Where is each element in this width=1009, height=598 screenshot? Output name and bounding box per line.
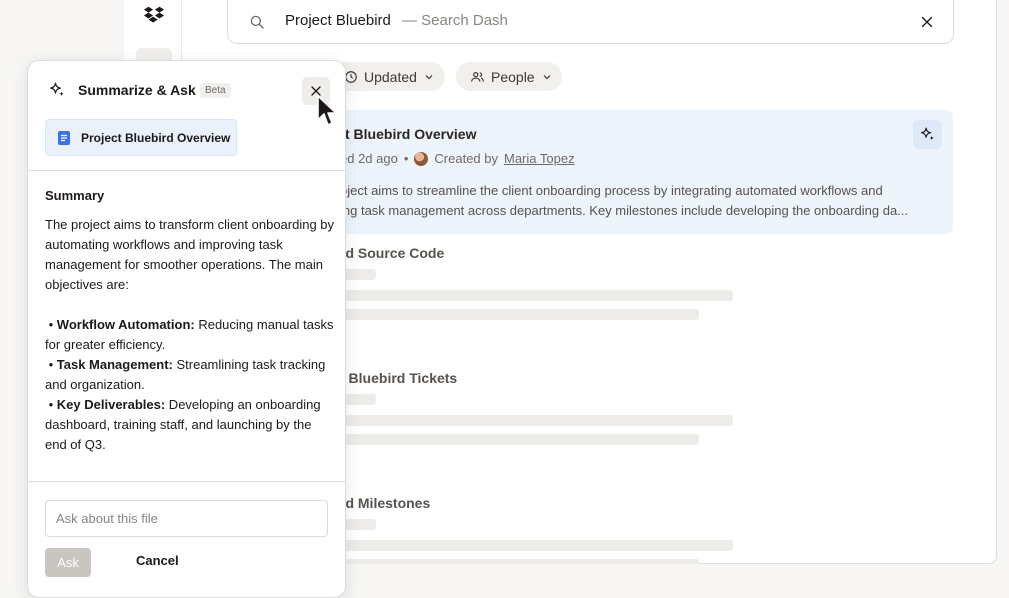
result-title[interactable]: rd Milestones [340, 495, 430, 511]
bullet-term: Workflow Automation: [56, 317, 195, 332]
filter-people[interactable]: People [456, 62, 562, 91]
search-bar[interactable]: Project Bluebird — Search Dash [227, 0, 954, 44]
result-description: oject aims to streamline the client onbo… [340, 181, 940, 221]
mouse-cursor-icon [317, 95, 337, 126]
skeleton-line [340, 309, 699, 320]
beta-badge: Beta [200, 83, 231, 98]
divider [28, 481, 345, 482]
summary-intro: The project aims to transform client onb… [45, 217, 335, 292]
bullet-term: Key Deliverables: [56, 397, 166, 412]
result-title[interactable]: t Bluebird Tickets [340, 370, 457, 386]
chevron-down-icon [425, 74, 433, 79]
author-link[interactable]: Maria Topez [504, 151, 575, 166]
summary-heading: Summary [45, 188, 105, 203]
skeleton-line [340, 559, 699, 564]
created-by-text: Created by [434, 151, 498, 166]
description-line: oject aims to streamline the client onbo… [340, 183, 883, 198]
dropbox-logo-icon[interactable] [143, 4, 165, 26]
file-chip[interactable]: Project Bluebird Overview [45, 119, 237, 156]
sparkle-icon [920, 127, 934, 141]
skeleton-line [340, 290, 733, 301]
panel-title: Summarize & Ask [78, 82, 196, 98]
clear-search-icon[interactable] [918, 13, 936, 31]
cancel-button[interactable]: Cancel [136, 553, 179, 568]
summary-bullet: • Workflow Automation: Reducing manual t… [45, 317, 334, 352]
bullet-term: Task Management: [56, 357, 173, 372]
ask-button[interactable]: Ask [45, 548, 91, 577]
search-hint: — Search Dash [402, 12, 508, 29]
skeleton-line [340, 540, 733, 551]
result-title[interactable]: t Bluebird Overview [345, 126, 476, 142]
description-line: ing task management across departments. … [340, 203, 909, 218]
summary-bullet: • Task Management: Streamlining task tra… [45, 357, 326, 392]
search-icon [250, 15, 264, 29]
result-meta: ed 2d ago • Created by Maria Topez [340, 151, 575, 166]
summarize-ask-panel: Summarize & Ask Beta Project Bluebird Ov… [27, 60, 346, 598]
skeleton-line [340, 415, 733, 426]
avatar [414, 151, 429, 166]
file-name: Project Bluebird Overview [81, 130, 231, 145]
people-icon [471, 71, 484, 82]
search-query[interactable]: Project Bluebird [285, 12, 391, 29]
chevron-down-icon [543, 74, 551, 79]
filter-label: Updated [364, 68, 417, 85]
ask-input[interactable] [45, 500, 328, 537]
divider [28, 170, 345, 171]
meta-separator: • [403, 151, 409, 166]
clock-icon [345, 70, 357, 83]
summary-body: The project aims to transform client onb… [45, 215, 335, 455]
summary-bullet: • Key Deliverables: Developing an onboar… [45, 397, 321, 452]
updated-text: ed 2d ago [340, 151, 398, 166]
document-icon [58, 130, 70, 145]
summarize-button[interactable] [913, 120, 942, 149]
skeleton-line [340, 434, 699, 445]
filter-updated[interactable]: Updated [330, 62, 445, 91]
result-title[interactable]: rd Source Code [340, 245, 444, 261]
filter-label: People [491, 68, 535, 85]
sparkle-icon [50, 82, 64, 96]
